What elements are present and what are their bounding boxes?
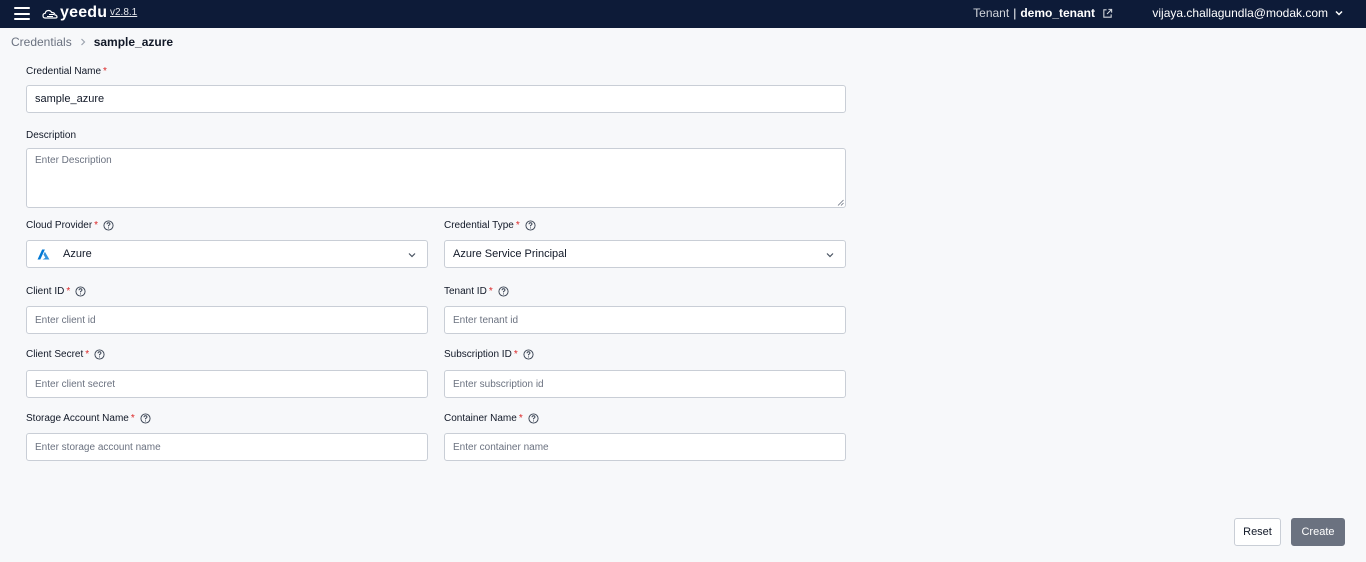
client-secret-label: Client Secret *	[26, 349, 105, 360]
subscription-id-label: Subscription ID *	[444, 349, 534, 360]
storage-account-name-label: Storage Account Name *	[26, 413, 151, 424]
cloud-provider-value: Azure	[63, 248, 92, 260]
top-navigation-bar: yeedu v2.8.1 Tenant | demo_tenant vijaya…	[0, 0, 1366, 28]
credential-type-label-text: Credential Type	[444, 220, 514, 231]
user-email: vijaya.challagundla@modak.com	[1152, 6, 1328, 20]
storage-account-name-label-text: Storage Account Name	[26, 413, 129, 424]
azure-logo-icon	[37, 248, 50, 260]
required-mark: *	[515, 220, 520, 231]
subscription-id-label-text: Subscription ID	[444, 349, 512, 360]
version-link[interactable]: v2.8.1	[110, 7, 137, 18]
tenant-label: Tenant	[973, 6, 1010, 20]
required-mark: *	[66, 286, 71, 297]
credential-type-select[interactable]: Azure Service Principal	[444, 240, 846, 268]
required-mark: *	[85, 349, 90, 360]
credential-name-label: Credential Name *	[26, 66, 107, 77]
tenant-name: demo_tenant	[1020, 6, 1095, 20]
help-icon[interactable]	[140, 413, 151, 424]
create-button[interactable]: Create	[1291, 518, 1345, 546]
user-menu[interactable]: vijaya.challagundla@modak.com	[1152, 6, 1344, 20]
help-icon[interactable]	[525, 220, 536, 231]
credential-type-label: Credential Type *	[444, 220, 536, 231]
help-icon[interactable]	[103, 220, 114, 231]
client-id-label-text: Client ID	[26, 286, 65, 297]
subscription-id-field[interactable]	[444, 370, 846, 398]
breadcrumb-current: sample_azure	[93, 35, 174, 49]
cloud-provider-label: Cloud Provider *	[26, 220, 114, 231]
description-label-text: Description	[26, 130, 77, 141]
external-link-icon[interactable]	[1102, 8, 1113, 19]
chevron-down-icon	[826, 253, 834, 258]
subscription-id-input[interactable]	[453, 371, 845, 397]
required-mark: *	[513, 349, 518, 360]
tenant-id-field[interactable]	[444, 306, 846, 334]
tenant-id-label-text: Tenant ID	[444, 286, 487, 297]
chevron-right-icon	[80, 38, 86, 46]
description-label: Description	[26, 130, 76, 141]
tenant-id-label: Tenant ID *	[444, 286, 509, 297]
credential-name-label-text: Credential Name	[26, 66, 102, 77]
description-textarea[interactable]	[27, 149, 845, 207]
credential-type-value: Azure Service Principal	[453, 248, 567, 260]
credential-name-input[interactable]	[35, 86, 845, 112]
storage-account-name-field[interactable]	[26, 433, 428, 461]
chevron-down-icon	[1335, 10, 1343, 16]
tenant-id-input[interactable]	[453, 307, 845, 333]
help-icon[interactable]	[523, 349, 534, 360]
chevron-down-icon	[408, 253, 416, 258]
help-icon[interactable]	[498, 286, 509, 297]
required-mark: *	[94, 220, 99, 231]
tenant-separator: |	[1013, 6, 1017, 20]
client-id-input[interactable]	[35, 307, 427, 333]
storage-account-name-input[interactable]	[35, 434, 427, 460]
help-icon[interactable]	[528, 413, 539, 424]
client-secret-label-text: Client Secret	[26, 349, 84, 360]
cloud-logo-icon	[42, 9, 58, 19]
breadcrumb-credentials-link[interactable]: Credentials	[11, 35, 72, 49]
tenant-indicator[interactable]: Tenant | demo_tenant	[973, 6, 1113, 20]
client-id-field[interactable]	[26, 306, 428, 334]
cloud-provider-label-text: Cloud Provider	[26, 220, 93, 231]
credential-name-field[interactable]	[26, 85, 846, 113]
app-logo[interactable]: yeedu	[42, 4, 107, 22]
required-mark: *	[518, 413, 523, 424]
client-id-label: Client ID *	[26, 286, 86, 297]
container-name-label: Container Name *	[444, 413, 539, 424]
required-mark: *	[488, 286, 493, 297]
reset-button[interactable]: Reset	[1234, 518, 1281, 546]
container-name-field[interactable]	[444, 433, 846, 461]
client-secret-field[interactable]	[26, 370, 428, 398]
hamburger-menu-icon[interactable]	[14, 7, 30, 20]
container-name-input[interactable]	[453, 434, 845, 460]
app-name: yeedu	[60, 4, 108, 21]
help-icon[interactable]	[94, 349, 105, 360]
required-mark: *	[130, 413, 135, 424]
help-icon[interactable]	[75, 286, 86, 297]
client-secret-input[interactable]	[35, 371, 427, 397]
resize-handle-icon[interactable]	[837, 199, 844, 206]
container-name-label-text: Container Name	[444, 413, 517, 424]
description-field[interactable]	[26, 148, 846, 208]
breadcrumb: Credentials sample_azure	[11, 34, 173, 50]
required-mark: *	[103, 66, 107, 77]
cloud-provider-select[interactable]: Azure	[26, 240, 428, 268]
